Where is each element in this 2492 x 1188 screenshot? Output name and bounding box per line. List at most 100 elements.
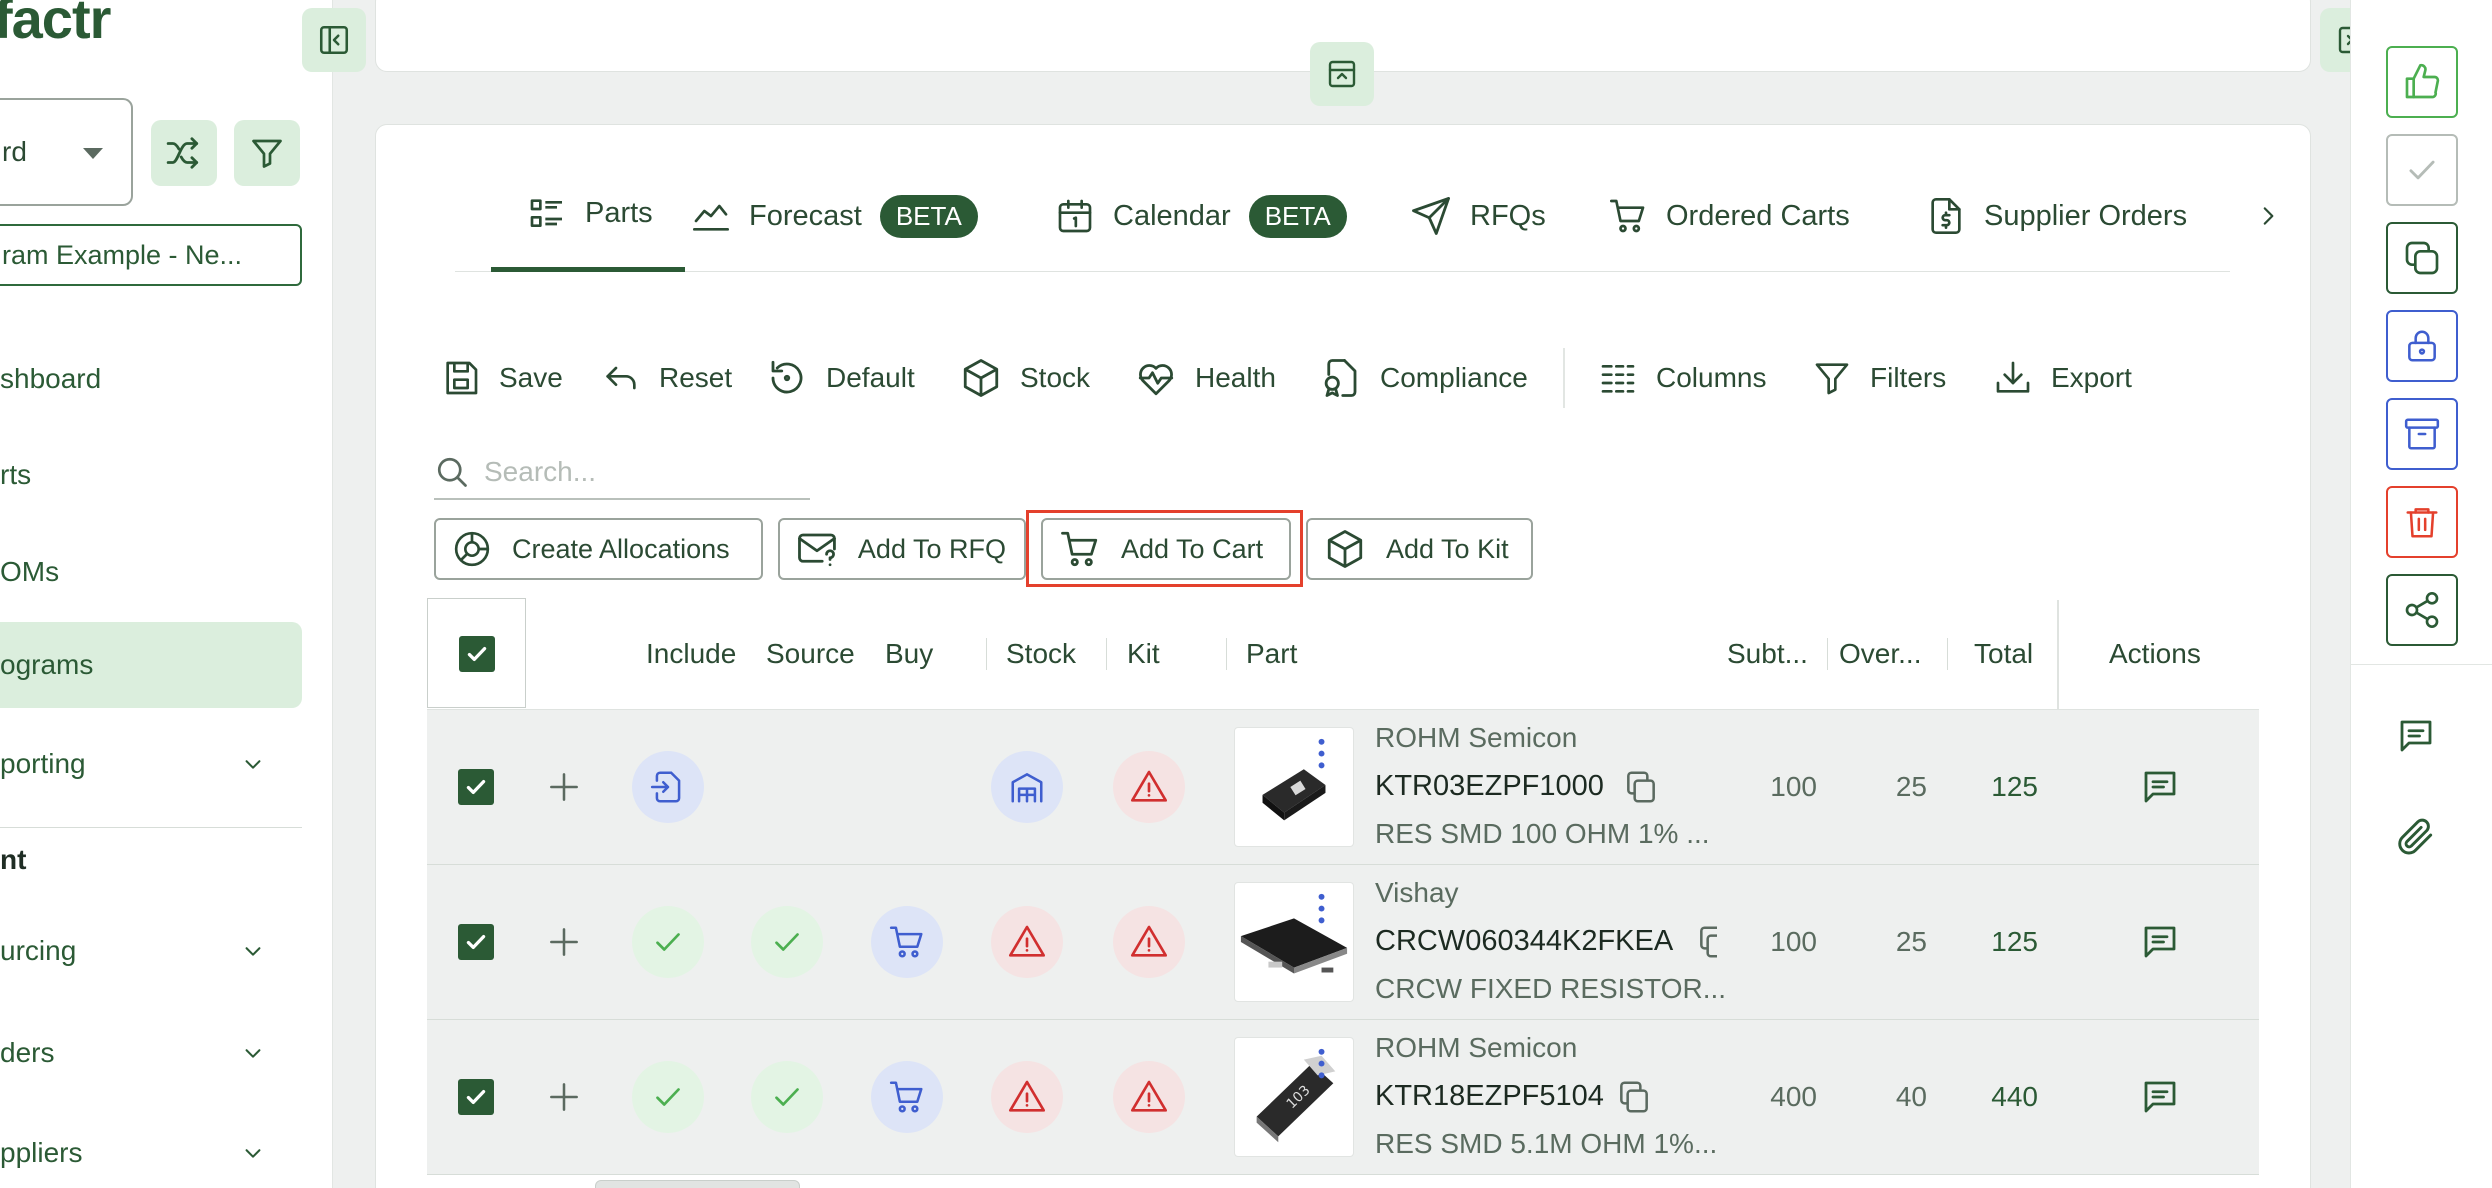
tab-bar: Parts Forecast BETA Calendar BETA RFQs O…: [455, 160, 2274, 272]
comments-button[interactable]: [2386, 706, 2446, 766]
include-cell[interactable]: [632, 906, 704, 978]
add-to-kit-button[interactable]: Add To Kit: [1306, 518, 1533, 580]
row-comments-button[interactable]: [2139, 1076, 2181, 1118]
table-row[interactable]: Vishay CRCW060344K2FKEA CRCW FIXED RESIS…: [427, 865, 2259, 1020]
stock-label: Stock: [1020, 362, 1091, 393]
table-row[interactable]: ROHM Semicon KTR03EZPF1000 RES SMD 100 O…: [427, 710, 2259, 865]
row-checkbox[interactable]: [458, 924, 494, 960]
stock-cell[interactable]: [991, 751, 1063, 823]
health-button[interactable]: Health: [1135, 350, 1276, 406]
column-header-total[interactable]: Total: [1974, 598, 2033, 710]
copy-icon: [1620, 1081, 1648, 1113]
part-thumbnail[interactable]: 103: [1234, 1037, 1354, 1157]
stock-button[interactable]: Stock: [960, 350, 1090, 406]
column-header-include[interactable]: Include: [646, 598, 736, 710]
copy-part-number-button[interactable]: [1622, 768, 1660, 806]
lock-button[interactable]: [2386, 310, 2458, 382]
buy-cell[interactable]: [871, 906, 943, 978]
delete-button[interactable]: [2386, 486, 2458, 558]
export-button[interactable]: Export: [1993, 350, 2132, 406]
part-thumbnail[interactable]: [1234, 727, 1354, 847]
part-number[interactable]: CRCW060344K2FKEA: [1375, 925, 1673, 958]
stock-cell[interactable]: [991, 906, 1063, 978]
total-value: 440: [1991, 1081, 2038, 1112]
tab-supplier-orders[interactable]: Supplier Orders: [1926, 160, 2187, 272]
table-row[interactable]: 103 ROHM Semicon KTR18EZPF5104 RES SMD 5…: [427, 1020, 2259, 1175]
comment-icon: [2144, 771, 2176, 803]
tab-ordered-carts[interactable]: Ordered Carts: [1608, 160, 1850, 272]
part-number[interactable]: KTR18EZPF5104: [1375, 1080, 1604, 1113]
kit-cell[interactable]: [1113, 751, 1185, 823]
save-button[interactable]: Save: [441, 350, 563, 406]
columns-button[interactable]: Columns: [1598, 350, 1766, 406]
column-header-overage[interactable]: Over...: [1839, 598, 1921, 710]
nav-item-boms[interactable]: OMs: [0, 529, 302, 615]
add-to-rfq-button[interactable]: Add To RFQ: [778, 518, 1026, 580]
archive-button[interactable]: [2386, 398, 2458, 470]
expand-row-button[interactable]: [545, 1078, 583, 1116]
horizontal-scrollbar[interactable]: [595, 1180, 800, 1188]
part-thumbnail[interactable]: [1234, 882, 1354, 1002]
search-input[interactable]: [484, 456, 784, 488]
workspace-select[interactable]: rd: [0, 98, 133, 206]
toggle-header-button[interactable]: [1310, 42, 1374, 106]
copy-part-number-button[interactable]: [1615, 1078, 1653, 1116]
kit-status: [1113, 1061, 1185, 1133]
copy-part-number-button[interactable]: [1695, 923, 1717, 961]
kit-cell[interactable]: [1113, 1061, 1185, 1133]
check-icon: [775, 933, 799, 951]
trash-icon: [2406, 508, 2438, 538]
column-header-kit[interactable]: Kit: [1127, 598, 1160, 710]
nav-item-reporting[interactable]: porting: [0, 721, 302, 807]
actions-column-divider: [2057, 600, 2059, 710]
collapse-sidebar-button[interactable]: [302, 8, 366, 72]
tab-rfqs[interactable]: RFQs: [1410, 160, 1546, 272]
row-comments-button[interactable]: [2139, 766, 2181, 808]
column-header-subtotal[interactable]: Subt...: [1727, 598, 1808, 710]
nav-item-suppliers[interactable]: ppliers: [0, 1110, 302, 1188]
row-checkbox[interactable]: [458, 769, 494, 805]
include-cell[interactable]: [632, 751, 704, 823]
share-button[interactable]: [2386, 574, 2458, 646]
kit-cell[interactable]: [1113, 906, 1185, 978]
part-number[interactable]: KTR03EZPF1000: [1375, 770, 1604, 803]
column-header-buy[interactable]: Buy: [885, 598, 933, 710]
nav-item-programs[interactable]: ograms: [0, 622, 302, 708]
compliance-button[interactable]: Compliance: [1320, 350, 1528, 406]
tab-parts[interactable]: Parts: [491, 160, 685, 272]
row-checkbox[interactable]: [458, 1079, 494, 1115]
filters-button[interactable]: Filters: [1812, 350, 1946, 406]
expand-row-button[interactable]: [545, 923, 583, 961]
attachments-button[interactable]: [2386, 806, 2446, 866]
rail-divider: [2351, 664, 2492, 665]
reset-button[interactable]: Reset: [601, 350, 732, 406]
source-cell[interactable]: [751, 1061, 823, 1133]
stock-cell[interactable]: [991, 1061, 1063, 1133]
filter-button[interactable]: [234, 120, 300, 186]
select-all-checkbox[interactable]: [459, 636, 495, 672]
nav-item-sourcing[interactable]: urcing: [0, 908, 302, 994]
box-icon: [1327, 530, 1363, 568]
create-allocations-button[interactable]: Create Allocations: [434, 518, 763, 580]
nav-item-dashboard[interactable]: shboard: [0, 336, 302, 422]
tabs-scroll-right-button[interactable]: [2255, 160, 2299, 272]
nav-item-orders[interactable]: ders: [0, 1010, 302, 1096]
tab-forecast[interactable]: Forecast BETA: [691, 160, 978, 272]
include-cell[interactable]: [632, 1061, 704, 1133]
approve-button[interactable]: [2386, 46, 2458, 118]
buy-cell[interactable]: [871, 1061, 943, 1133]
column-header-part[interactable]: Part: [1246, 598, 1297, 710]
tab-calendar[interactable]: Calendar BETA: [1055, 160, 1347, 272]
default-button[interactable]: Default: [766, 350, 915, 406]
program-selector[interactable]: ram Example - Ne...: [0, 224, 302, 286]
column-header-source[interactable]: Source: [766, 598, 855, 710]
row-comments-button[interactable]: [2139, 921, 2181, 963]
duplicate-button[interactable]: [2386, 222, 2458, 294]
expand-row-button[interactable]: [545, 768, 583, 806]
source-cell[interactable]: [751, 906, 823, 978]
shuffle-button[interactable]: [151, 120, 217, 186]
nav-item-parts[interactable]: rts: [0, 432, 302, 518]
check-icon: [2409, 160, 2435, 180]
column-header-stock[interactable]: Stock: [1006, 598, 1076, 710]
mark-complete-button[interactable]: [2386, 134, 2458, 206]
